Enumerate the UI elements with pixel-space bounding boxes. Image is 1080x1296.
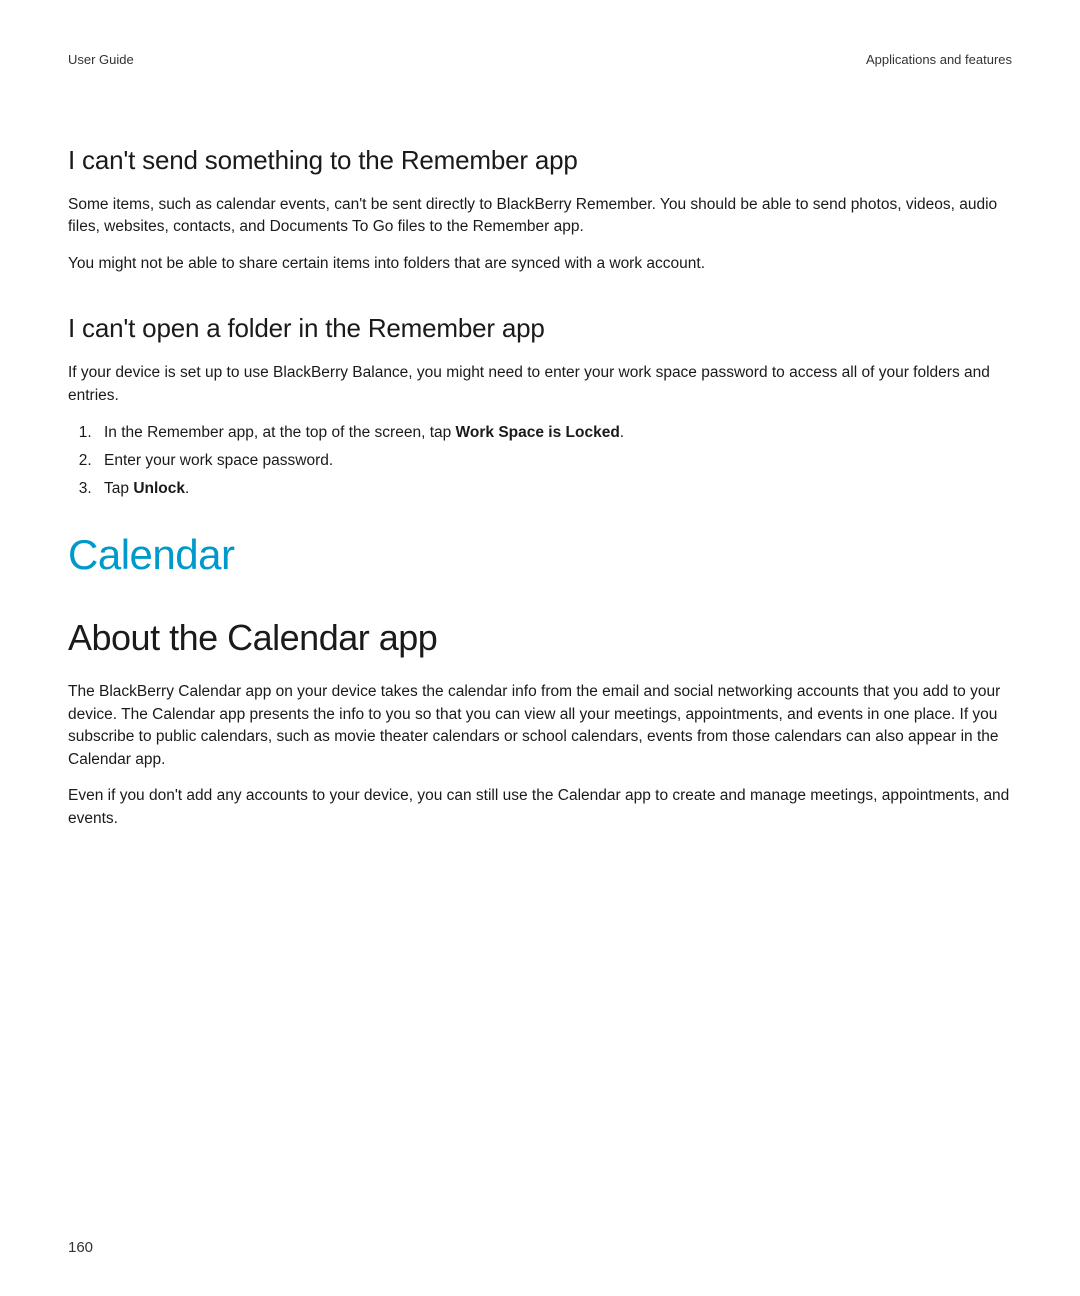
step-text: .	[185, 480, 189, 497]
step-item: Tap Unlock.	[96, 477, 1012, 501]
body-paragraph: Even if you don't add any accounts to yo…	[68, 785, 1012, 830]
section-heading-remember-folder: I can't open a folder in the Remember ap…	[68, 313, 1012, 344]
step-text: In the Remember app, at the top of the s…	[104, 424, 456, 441]
header-left: User Guide	[68, 52, 134, 67]
step-text: .	[620, 424, 624, 441]
page-number: 160	[68, 1239, 93, 1256]
header-right: Applications and features	[866, 52, 1012, 67]
step-bold: Unlock	[133, 480, 185, 497]
page-header: User Guide Applications and features	[68, 52, 1012, 67]
body-paragraph: If your device is set up to use BlackBer…	[68, 362, 1012, 407]
body-paragraph: You might not be able to share certain i…	[68, 253, 1012, 275]
document-page: User Guide Applications and features I c…	[0, 0, 1080, 1296]
section-heading-about-calendar: About the Calendar app	[68, 617, 1012, 659]
body-paragraph: The BlackBerry Calendar app on your devi…	[68, 681, 1012, 771]
body-paragraph: Some items, such as calendar events, can…	[68, 194, 1012, 239]
step-text: Tap	[104, 480, 133, 497]
steps-list: In the Remember app, at the top of the s…	[68, 421, 1012, 501]
chapter-title: Calendar	[68, 531, 1012, 579]
step-item: Enter your work space password.	[96, 449, 1012, 473]
step-item: In the Remember app, at the top of the s…	[96, 421, 1012, 445]
section-heading-remember-send: I can't send something to the Remember a…	[68, 145, 1012, 176]
step-bold: Work Space is Locked	[456, 424, 620, 441]
